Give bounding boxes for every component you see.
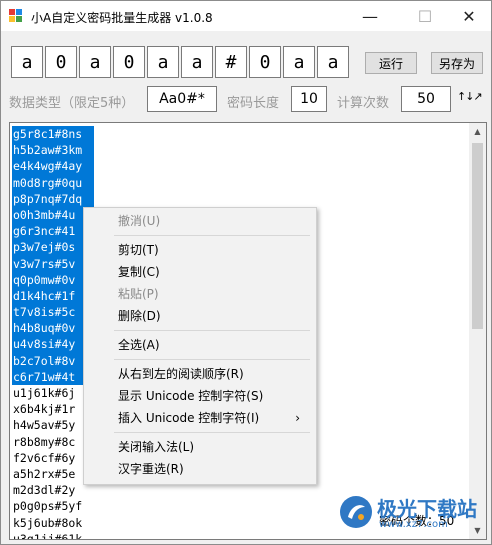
pattern-char-2[interactable]: 0 xyxy=(45,46,77,78)
menu-item-cut[interactable]: 剪切(T) xyxy=(86,239,314,261)
watermark: 极光下载站 www.xz7.com xyxy=(333,489,491,541)
menu-item-label: 复制(C) xyxy=(118,265,160,279)
minimize-button[interactable]: — xyxy=(348,1,392,31)
menu-item-rtl-reading-order[interactable]: 从右到左的阅读顺序(R) xyxy=(86,363,314,385)
chevron-right-icon: › xyxy=(295,411,300,425)
password-line: p3w7ej#0s xyxy=(12,239,94,256)
menu-item-reconvert[interactable]: 汉字重选(R) xyxy=(86,458,314,480)
password-line: u1j61k#6j xyxy=(13,386,76,400)
pattern-char-4[interactable]: 0 xyxy=(113,46,145,78)
menu-item-close-ime[interactable]: 关闭输入法(L) xyxy=(86,436,314,458)
data-type-label: 数据类型（限定5种） xyxy=(9,96,135,111)
app-icon xyxy=(9,9,22,22)
menu-item-insert-unicode-control[interactable]: 插入 Unicode 控制字符(I) › xyxy=(86,407,314,429)
context-menu: 撤消(U) 剪切(T) 复制(C) 粘贴(P) 删除(D) 全选(A) 从右到左的阅读顺序(… xyxy=(83,207,317,485)
menu-item-label: 粘贴(P) xyxy=(118,287,159,301)
maximize-button[interactable]: ☐ xyxy=(403,1,447,31)
password-line: g5r8c1#8ns xyxy=(12,126,94,143)
scroll-up-icon[interactable]: ▲ xyxy=(469,123,486,140)
password-line: r8b8my#8c xyxy=(13,434,76,449)
menu-item-label: 撤消(U) xyxy=(118,214,161,228)
menu-item-label: 汉字重选(R) xyxy=(118,462,184,476)
password-line: o0h3mb#4u xyxy=(12,206,94,224)
password-line: p8p7nq#7dq xyxy=(12,190,94,207)
vertical-scrollbar[interactable]: ▲ ▼ xyxy=(469,123,486,539)
pattern-char-7[interactable]: # xyxy=(215,46,247,78)
sort-icon[interactable]: ↑↓↗ xyxy=(457,90,483,103)
watermark-logo-icon xyxy=(340,496,372,528)
password-line: p0g0ps#5yf xyxy=(13,499,83,514)
watermark-url: www.xz7.com xyxy=(379,519,448,530)
count-label: 计算次数 xyxy=(337,96,390,111)
menu-item-label: 从右到左的阅读顺序(R) xyxy=(118,367,244,381)
password-line: c6r71w#4t xyxy=(12,368,94,385)
count-input[interactable]: 50 xyxy=(401,86,451,112)
password-line: h4w5av#5y xyxy=(13,418,76,433)
menu-item-copy[interactable]: 复制(C) xyxy=(86,261,314,283)
watermark-text: 极光下载站 xyxy=(377,497,477,521)
pattern-char-10[interactable]: a xyxy=(317,46,349,78)
pattern-char-8[interactable]: 0 xyxy=(249,46,281,78)
password-line: k5j6ub#8ok xyxy=(13,515,83,530)
password-line: h4b8uq#0v xyxy=(12,320,94,337)
menu-item-undo: 撤消(U) xyxy=(86,210,314,232)
password-line: x6b4kj#1r xyxy=(13,402,76,417)
menu-separator xyxy=(114,235,310,236)
title-bar[interactable]: 小A自定义密码批量生成器 v1.0.8 — ☐ ✕ xyxy=(1,1,491,31)
password-line: b2c7ol#8v xyxy=(12,352,94,369)
window-title: 小A自定义密码批量生成器 v1.0.8 xyxy=(31,11,213,25)
menu-item-select-all[interactable]: 全选(A) xyxy=(86,334,314,356)
pattern-char-9[interactable]: a xyxy=(283,46,315,78)
scrollbar-thumb[interactable] xyxy=(472,143,483,329)
pattern-char-1[interactable]: a xyxy=(11,46,43,78)
menu-item-label: 关闭输入法(L) xyxy=(118,440,195,454)
pattern-char-3[interactable]: a xyxy=(79,46,111,78)
password-line: e4k4wg#4ay xyxy=(12,158,94,175)
save-as-button[interactable]: 另存为 xyxy=(431,52,483,74)
password-line: u3g1jj#61k xyxy=(13,531,83,540)
close-button[interactable]: ✕ xyxy=(447,1,491,31)
menu-separator xyxy=(114,359,310,360)
password-line: u4v8si#4y xyxy=(12,336,94,353)
password-line: f2v6cf#6y xyxy=(13,450,76,465)
menu-item-paste: 粘贴(P) xyxy=(86,283,314,305)
menu-separator xyxy=(114,330,310,331)
password-line: d1k4hc#1f xyxy=(12,287,94,305)
length-input[interactable]: 10 xyxy=(291,86,327,112)
pattern-char-6[interactable]: a xyxy=(181,46,213,78)
length-label: 密码长度 xyxy=(227,96,280,111)
password-list: g5r8c1#8ns h5b2aw#3km e4k4wg#4ay m0d8rg#0qu… xyxy=(12,126,94,540)
menu-item-show-unicode-control[interactable]: 显示 Unicode 控制字符(S) xyxy=(86,385,314,407)
menu-item-label: 全选(A) xyxy=(118,338,160,352)
app-window: 小A自定义密码批量生成器 v1.0.8 — ☐ ✕ a 0 a 0 a a # … xyxy=(0,0,492,545)
menu-item-delete[interactable]: 删除(D) xyxy=(86,305,314,327)
password-line: m0d8rg#0qu xyxy=(12,174,94,191)
pattern-char-5[interactable]: a xyxy=(147,46,179,78)
menu-item-label: 删除(D) xyxy=(118,309,161,323)
password-line: q0p0mw#0v xyxy=(12,271,94,288)
data-type-input[interactable]: Aa0#* xyxy=(147,86,217,112)
password-line: m2d3dl#2y xyxy=(13,483,76,498)
menu-item-label: 剪切(T) xyxy=(118,243,159,257)
password-line: a5h2rx#5e xyxy=(13,466,76,481)
password-line: v3w7rs#5v xyxy=(12,255,94,272)
password-line: h5b2aw#3km xyxy=(12,142,94,159)
menu-item-label: 插入 Unicode 控制字符(I) xyxy=(118,411,260,425)
run-button[interactable]: 运行 xyxy=(365,52,417,74)
menu-separator xyxy=(114,432,310,433)
password-line: t7v8is#5c xyxy=(12,304,94,321)
menu-item-label: 显示 Unicode 控制字符(S) xyxy=(118,389,264,403)
password-line: g6r3nc#41 xyxy=(12,223,94,240)
